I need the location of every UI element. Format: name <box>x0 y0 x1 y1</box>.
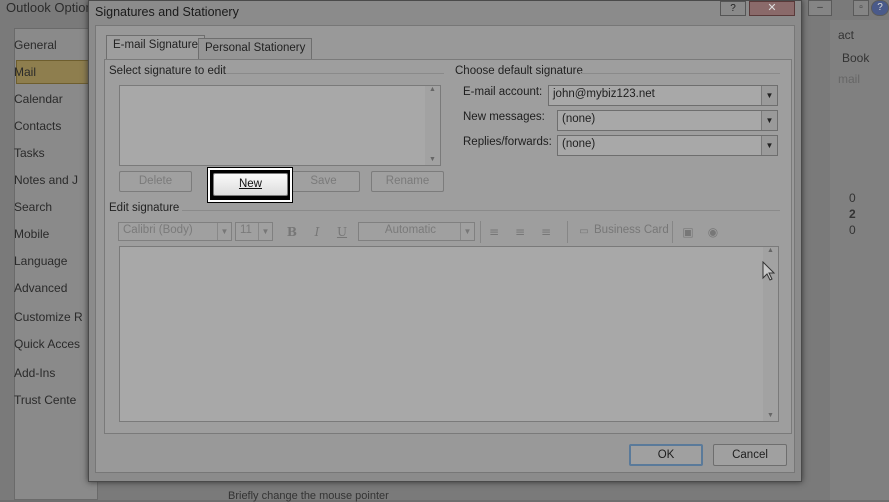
tab-email-signature[interactable]: E-mail Signature <box>106 35 206 60</box>
insert-picture-icon[interactable]: ▣ <box>680 224 696 240</box>
signature-listbox[interactable]: ▲ ▼ <box>119 85 441 166</box>
sidebar-item-add-ins[interactable]: Add-Ins <box>14 366 55 380</box>
business-card-icon: ▭ <box>579 226 589 237</box>
dialog-close-button[interactable]: ✕ <box>749 1 795 16</box>
replies-forwards-dropdown[interactable]: (none) ▼ <box>557 135 778 156</box>
align-center-icon[interactable]: ≡ <box>512 224 528 240</box>
email-account-label: E-mail account: <box>463 86 543 98</box>
sidebar-item-contacts[interactable]: Contacts <box>14 119 61 133</box>
scroll-down-icon[interactable]: ▼ <box>763 412 778 419</box>
sidebar-item-tasks[interactable]: Tasks <box>14 146 45 160</box>
bg-value-1: 0 <box>849 191 856 205</box>
new-button-label: New <box>238 178 262 190</box>
cancel-button[interactable]: Cancel <box>713 444 787 466</box>
sidebar-item-calendar[interactable]: Calendar <box>14 92 63 106</box>
sidebar-item-language[interactable]: Language <box>14 254 67 268</box>
sidebar-item-quick-access[interactable]: Quick Acces <box>14 337 80 351</box>
toolbar-separator <box>480 221 481 243</box>
new-messages-label: New messages: <box>463 111 545 123</box>
bg-minimize-button[interactable]: – <box>808 0 832 16</box>
bg-fragment-mail: mail <box>838 72 861 86</box>
new-messages-value: (none) <box>562 113 596 125</box>
sidebar-item-general[interactable]: General <box>14 38 57 52</box>
font-size-value: 11 <box>240 224 252 236</box>
underline-icon[interactable]: U <box>334 224 350 240</box>
bg-fragment-act: act <box>838 28 855 42</box>
sidebar-item-mail[interactable]: Mail <box>14 65 36 79</box>
bold-icon[interactable]: B <box>284 224 300 240</box>
email-account-dropdown[interactable]: john@mybiz123.net ▼ <box>548 85 778 106</box>
tab-personal-stationery[interactable]: Personal Stationery <box>198 38 313 60</box>
bg-checkbox-label: Briefly change the mouse pointer <box>228 490 389 502</box>
align-right-icon[interactable]: ≡ <box>538 224 554 240</box>
business-card-button[interactable]: Business Card <box>594 224 669 236</box>
bg-restore-icon[interactable]: ▫ <box>853 0 869 16</box>
choose-default-label: Choose default signature <box>455 65 583 77</box>
mouse-cursor-icon <box>762 261 776 281</box>
sidebar-item-notes[interactable]: Notes and J <box>14 173 78 187</box>
signature-editor[interactable]: ▲ ▼ <box>119 246 779 422</box>
chevron-down-icon: ▼ <box>258 223 272 240</box>
replies-forwards-label: Replies/forwards: <box>463 136 552 148</box>
sidebar-item-search[interactable]: Search <box>14 200 52 214</box>
new-messages-dropdown[interactable]: (none) ▼ <box>557 110 778 131</box>
font-value: Calibri (Body) <box>123 224 193 236</box>
sidebar-item-mobile[interactable]: Mobile <box>14 227 49 241</box>
bg-value-3: 0 <box>849 223 856 237</box>
font-color-dropdown[interactable]: Automatic ▼ <box>358 222 475 241</box>
edit-signature-divider <box>182 210 780 211</box>
listbox-scrollbar[interactable]: ▲ ▼ <box>425 86 440 165</box>
insert-hyperlink-icon[interactable]: ◉ <box>705 224 721 240</box>
font-dropdown[interactable]: Calibri (Body) ▼ <box>118 222 232 241</box>
select-signature-divider <box>226 73 444 74</box>
new-button[interactable]: New <box>213 173 288 196</box>
sidebar-item-trust-center[interactable]: Trust Cente <box>14 393 76 407</box>
save-button[interactable]: Save <box>287 171 360 192</box>
font-size-dropdown[interactable]: 11 ▼ <box>235 222 273 241</box>
email-account-value: john@mybiz123.net <box>553 88 655 100</box>
sidebar-item-advanced[interactable]: Advanced <box>14 281 67 295</box>
choose-default-divider <box>580 73 780 74</box>
delete-button[interactable]: Delete <box>119 171 192 192</box>
outlook-options-title: Outlook Options <box>6 0 100 15</box>
chevron-down-icon: ▼ <box>761 86 777 105</box>
dialog-help-button[interactable]: ? <box>720 1 746 16</box>
toolbar-separator <box>672 221 673 243</box>
sidebar-item-customize-ribbon[interactable]: Customize R <box>14 310 83 324</box>
toolbar-separator <box>567 221 568 243</box>
replies-forwards-value: (none) <box>562 138 596 150</box>
font-color-value: Automatic <box>384 224 437 236</box>
rename-button[interactable]: Rename <box>371 171 444 192</box>
italic-icon[interactable]: I <box>309 224 325 240</box>
chevron-down-icon: ▼ <box>217 223 231 240</box>
scroll-down-icon[interactable]: ▼ <box>425 156 440 163</box>
options-right-panel <box>830 20 889 500</box>
bg-fragment-book: Book <box>842 51 870 65</box>
chevron-down-icon: ▼ <box>761 111 777 130</box>
edit-signature-label: Edit signature <box>109 202 180 214</box>
align-left-icon[interactable]: ≡ <box>486 224 502 240</box>
chevron-down-icon: ▼ <box>460 223 474 240</box>
select-signature-label: Select signature to edit <box>109 65 226 77</box>
scroll-up-icon[interactable]: ▲ <box>763 247 778 254</box>
chevron-down-icon: ▼ <box>761 136 777 155</box>
bg-value-2: 2 <box>849 207 856 221</box>
dialog-title: Signatures and Stationery <box>95 5 239 19</box>
scroll-up-icon[interactable]: ▲ <box>425 86 440 93</box>
bg-help-icon[interactable]: ? <box>871 0 889 16</box>
ok-button[interactable]: OK <box>629 444 703 466</box>
